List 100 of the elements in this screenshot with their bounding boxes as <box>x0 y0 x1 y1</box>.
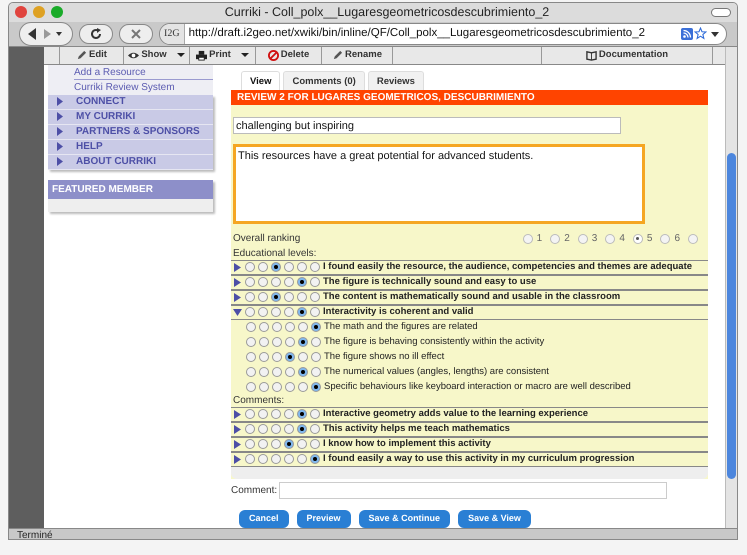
radio-button[interactable] <box>298 382 308 392</box>
radio-button[interactable] <box>245 277 255 288</box>
radio-button[interactable] <box>311 382 321 392</box>
radio-button[interactable] <box>245 424 255 434</box>
radio-button[interactable] <box>284 424 294 434</box>
radio-button[interactable] <box>272 322 282 332</box>
radio-button[interactable] <box>246 322 256 332</box>
sidebar-item[interactable]: HELP <box>48 140 213 155</box>
radio-button[interactable] <box>258 454 268 464</box>
radio-button[interactable] <box>298 352 308 362</box>
sidebar-link[interactable]: Add a Resource <box>74 64 213 80</box>
radio-button[interactable] <box>245 307 255 318</box>
radio-button[interactable] <box>578 234 588 244</box>
radio-button[interactable] <box>271 439 281 450</box>
radio-button[interactable] <box>310 409 320 420</box>
radio-button[interactable] <box>688 234 698 244</box>
radio-button[interactable] <box>271 277 281 288</box>
radio-button[interactable] <box>245 262 255 272</box>
radio-button[interactable] <box>550 234 560 244</box>
radio-button[interactable] <box>310 424 320 434</box>
radio-button[interactable] <box>258 409 268 420</box>
radio-button[interactable] <box>284 454 294 464</box>
radio-button[interactable] <box>271 262 281 272</box>
radio-button[interactable] <box>310 454 320 464</box>
form-button[interactable]: Preview <box>296 510 351 528</box>
radio-button[interactable] <box>310 439 320 450</box>
radio-button[interactable] <box>285 367 295 378</box>
expand-icon[interactable] <box>233 292 242 302</box>
radio-button[interactable] <box>285 352 295 362</box>
radio-button[interactable] <box>298 322 308 332</box>
expand-icon[interactable] <box>233 278 242 287</box>
radio-button[interactable] <box>310 277 320 288</box>
radio-button[interactable] <box>297 277 307 288</box>
radio-button[interactable] <box>272 382 282 392</box>
radio-button[interactable] <box>258 262 268 272</box>
sidebar-item[interactable]: MY CURRIKI <box>48 110 213 125</box>
expand-icon[interactable] <box>233 454 242 464</box>
radio-button[interactable] <box>297 292 307 302</box>
radio-button[interactable] <box>285 322 295 332</box>
review-text-field[interactable]: This resources have a great potential for advanced students. <box>233 144 645 224</box>
radio-button[interactable] <box>285 382 295 392</box>
radio-button[interactable] <box>258 307 268 318</box>
radio-button[interactable] <box>271 292 281 302</box>
radio-button[interactable] <box>284 292 294 302</box>
form-button[interactable]: Save & Continue <box>358 510 450 528</box>
radio-button[interactable] <box>310 292 320 302</box>
tab[interactable]: Comments (0) <box>283 70 365 90</box>
menu-button[interactable]: Print <box>190 46 256 64</box>
radio-button[interactable] <box>285 337 295 348</box>
radio-button[interactable] <box>272 337 282 348</box>
radio-button[interactable] <box>311 337 321 348</box>
sidebar-link[interactable]: Curriki Review System <box>74 80 213 95</box>
radio-button[interactable] <box>311 322 321 332</box>
radio-button[interactable] <box>245 409 255 420</box>
radio-button[interactable] <box>271 307 281 318</box>
radio-button[interactable] <box>284 262 294 272</box>
radio-button[interactable] <box>605 234 616 244</box>
zoom-icon[interactable] <box>51 6 63 18</box>
radio-button[interactable] <box>297 424 307 434</box>
form-button[interactable]: Cancel <box>239 510 289 528</box>
expand-icon[interactable] <box>233 262 242 272</box>
collapse-icon[interactable] <box>233 308 242 317</box>
expand-icon[interactable] <box>233 424 242 434</box>
menu-button[interactable]: Edit <box>60 46 124 64</box>
menu-button[interactable]: Documentation <box>542 46 713 64</box>
radio-button[interactable] <box>246 367 256 378</box>
radio-button[interactable] <box>310 262 320 272</box>
radio-button[interactable] <box>310 307 320 318</box>
radio-button[interactable] <box>245 454 255 464</box>
menu-button[interactable]: Show <box>124 46 190 64</box>
tab[interactable]: Reviews <box>368 70 424 90</box>
reload-button[interactable] <box>79 24 113 44</box>
scrollbar-thumb[interactable] <box>727 152 736 479</box>
radio-button[interactable] <box>246 352 256 362</box>
back-forward-button[interactable] <box>19 22 73 46</box>
close-icon[interactable] <box>15 6 27 18</box>
radio-button[interactable] <box>272 367 282 378</box>
radio-button[interactable] <box>259 367 269 378</box>
radio-button[interactable] <box>259 322 269 332</box>
radio-button[interactable] <box>258 277 268 288</box>
expand-icon[interactable] <box>233 440 242 449</box>
menu-button[interactable]: Delete <box>256 46 322 64</box>
radio-button[interactable] <box>271 424 281 434</box>
sidebar-item[interactable]: CONNECT <box>48 94 213 110</box>
radio-button[interactable] <box>297 409 307 420</box>
toolbar-toggle-icon[interactable] <box>711 8 731 17</box>
radio-button[interactable] <box>284 277 294 288</box>
radio-button[interactable] <box>245 439 255 450</box>
sidebar-item[interactable]: ABOUT CURRIKI <box>48 154 213 170</box>
radio-button[interactable] <box>297 454 307 464</box>
radio-button[interactable] <box>522 234 533 244</box>
menu-button[interactable]: Rename <box>322 46 393 64</box>
radio-button[interactable] <box>272 352 282 362</box>
radio-button[interactable] <box>632 234 643 244</box>
radio-button[interactable] <box>284 409 294 420</box>
radio-button[interactable] <box>284 439 294 450</box>
comment-field[interactable] <box>279 482 668 499</box>
expand-icon[interactable] <box>233 410 242 419</box>
sidebar-item[interactable]: PARTNERS & SPONSORS <box>48 124 213 140</box>
radio-button[interactable] <box>259 337 269 348</box>
